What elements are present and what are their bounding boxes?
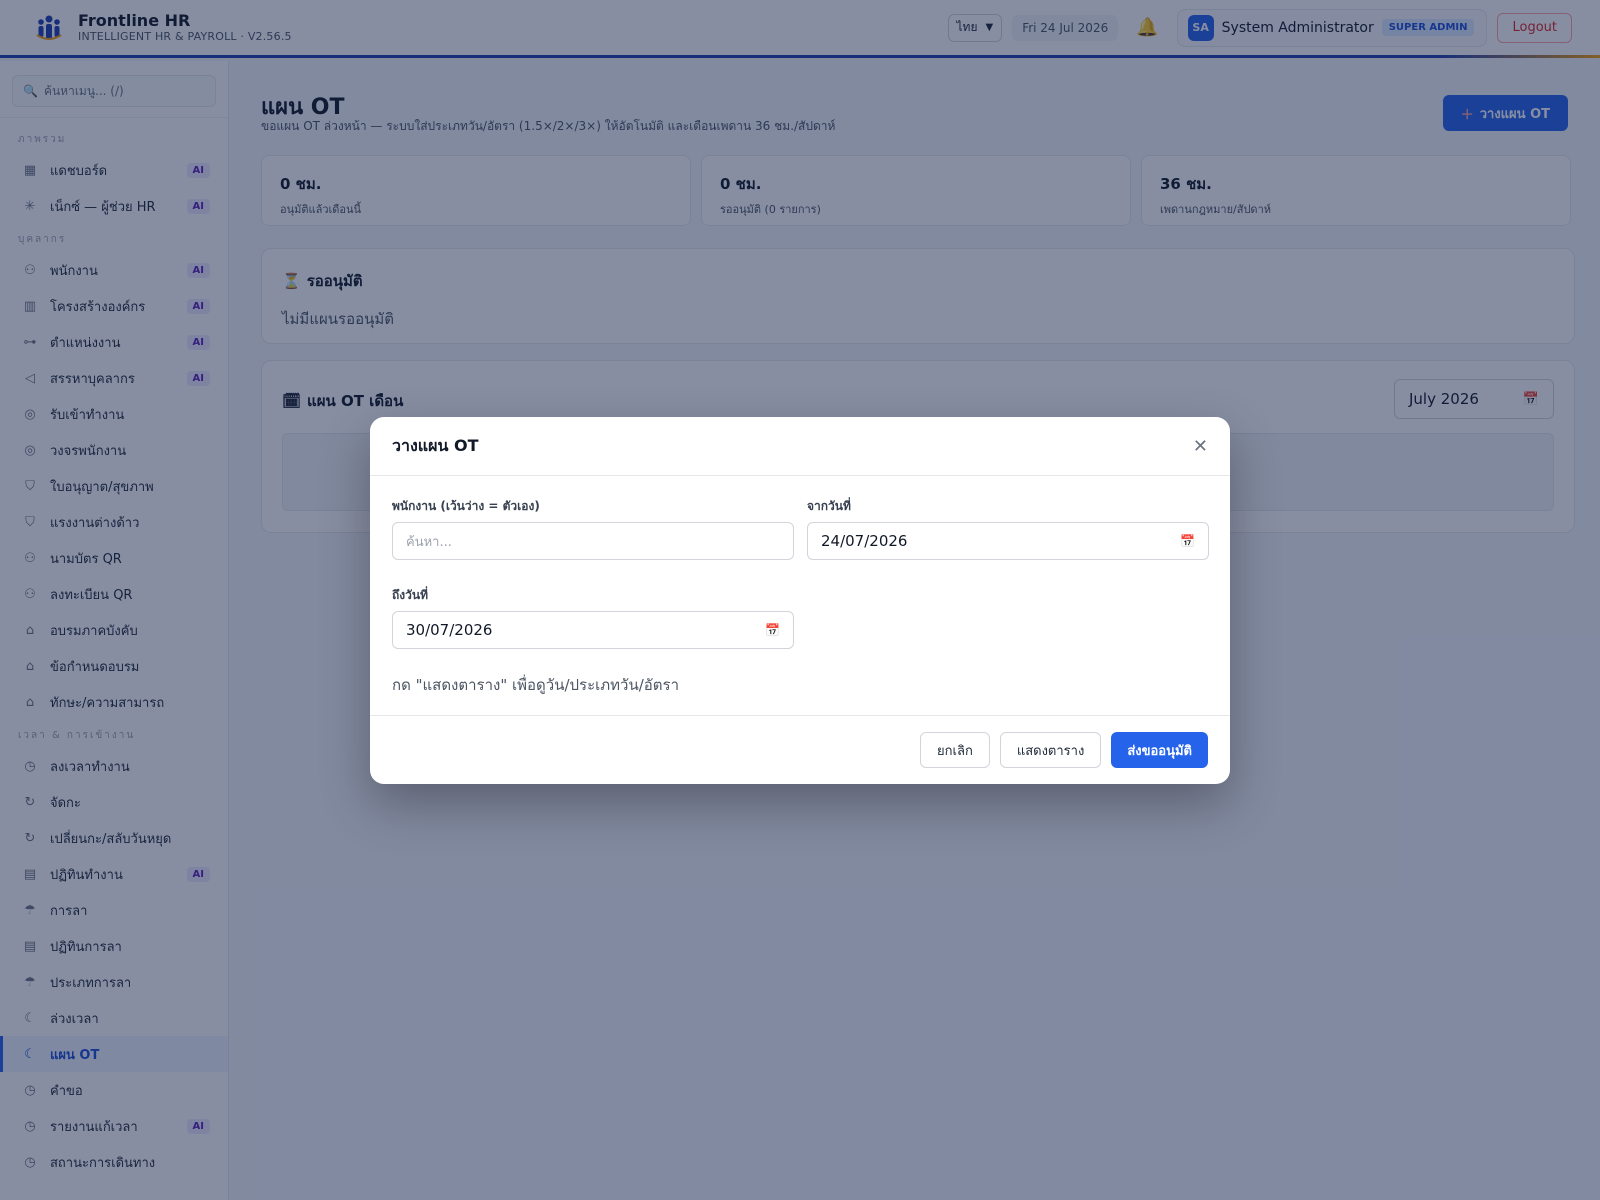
to-date-field: ถึงวันที่ 30/07/2026 📅 xyxy=(392,586,794,649)
close-icon[interactable]: ✕ xyxy=(1193,436,1208,457)
to-date-value: 30/07/2026 xyxy=(406,621,493,639)
from-date-input[interactable]: 24/07/2026 📅 xyxy=(807,522,1209,560)
to-date-input[interactable]: 30/07/2026 📅 xyxy=(392,611,794,649)
modal-footer: ยกเลิก แสดงตาราง ส่งขออนุมัติ xyxy=(370,715,1230,784)
to-date-label: ถึงวันที่ xyxy=(392,588,428,602)
employee-search-input[interactable]: ค้นหา... xyxy=(392,522,794,560)
from-date-field: จากวันที่ 24/07/2026 📅 xyxy=(807,497,1209,560)
from-date-value: 24/07/2026 xyxy=(821,532,908,550)
submit-approval-button[interactable]: ส่งขออนุมัติ xyxy=(1111,732,1208,768)
calendar-icon[interactable]: 📅 xyxy=(1180,534,1195,548)
from-date-label: จากวันที่ xyxy=(807,499,851,513)
employee-placeholder: ค้นหา... xyxy=(406,534,452,550)
employee-label: พนักงาน (เว้นว่าง = ตัวเอง) xyxy=(392,499,540,513)
cancel-button[interactable]: ยกเลิก xyxy=(920,732,990,768)
hint-text: กด "แสดงตาราง" เพื่อดูวัน/ประเภทวัน/อัตร… xyxy=(392,676,680,694)
modal-header: วางแผน OT ✕ xyxy=(370,417,1230,476)
show-table-button[interactable]: แสดงตาราง xyxy=(999,732,1102,768)
modal-title: วางแผน OT xyxy=(392,435,479,455)
calendar-icon[interactable]: 📅 xyxy=(765,623,780,637)
plan-ot-modal: วางแผน OT ✕ พนักงาน (เว้นว่าง = ตัวเอง) … xyxy=(370,417,1230,784)
employee-field: พนักงาน (เว้นว่าง = ตัวเอง) ค้นหา... xyxy=(392,497,794,560)
